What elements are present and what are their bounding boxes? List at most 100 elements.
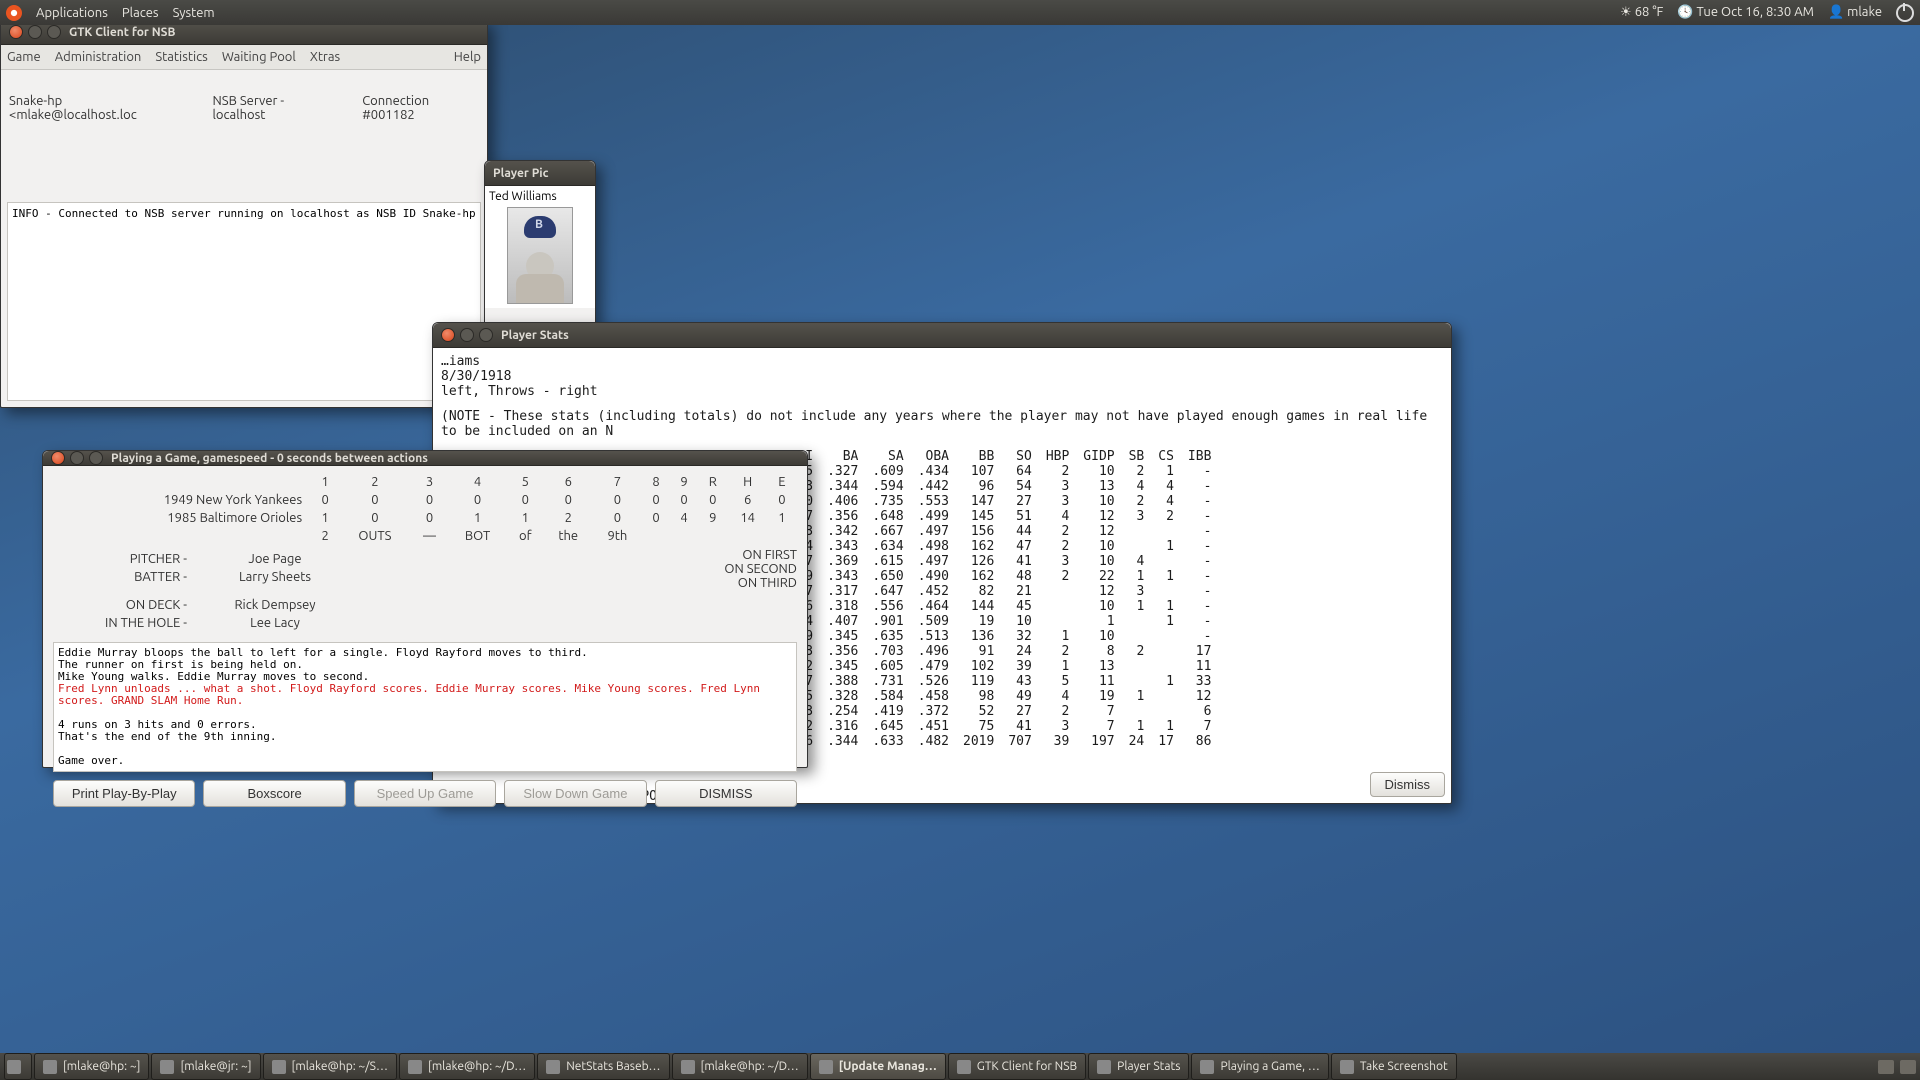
window-title: Player Pic (493, 167, 549, 180)
stats-column-header: CS (1151, 449, 1181, 464)
weather-indicator[interactable]: ☀ 68 °F (1620, 5, 1663, 20)
stats-column-header: GIDP (1076, 449, 1121, 464)
stats-column-header: IBB (1181, 449, 1218, 464)
nsb-server: NSB Server - localhost (213, 94, 335, 122)
taskbar-item[interactable]: [mlake@hp: ~/D… (672, 1053, 808, 1080)
menu-help[interactable]: Help (454, 50, 481, 64)
taskbar-item[interactable]: [mlake@hp: ~/D… (399, 1053, 535, 1080)
inning-header: 8 (643, 474, 669, 490)
minimize-icon[interactable] (70, 451, 84, 465)
panel-menu-applications[interactable]: Applications (36, 6, 108, 20)
taskbar-label: Take Screenshot (1360, 1060, 1448, 1073)
inhole-label: IN THE HOLE - (53, 616, 195, 630)
batter-name: Larry Sheets (195, 570, 355, 584)
power-icon[interactable] (1896, 4, 1914, 22)
taskbar-label: [mlake@jr: ~] (180, 1060, 251, 1073)
window-title: GTK Client for NSB (69, 26, 175, 39)
taskbar-item[interactable]: Player Stats (1088, 1053, 1189, 1080)
desktop-icon (7, 1060, 21, 1074)
taskbar-label: NetStats Baseb… (566, 1060, 660, 1073)
taskbar-item[interactable]: Take Screenshot (1331, 1053, 1457, 1080)
dismiss-game-button[interactable]: DISMISS (655, 780, 797, 807)
taskbar-item[interactable]: Playing a Game, … (1191, 1053, 1328, 1080)
inning-header: 6 (545, 474, 592, 490)
taskbar-label: [mlake@hp: ~/D… (701, 1060, 799, 1073)
user-menu[interactable]: 👤 mlake (1828, 5, 1882, 20)
dismiss-button[interactable]: Dismiss (1370, 772, 1446, 797)
close-icon[interactable] (9, 25, 23, 39)
taskbar-label: [Update Manag… (839, 1060, 937, 1073)
taskbar-item[interactable]: [mlake@hp: ~/S… (263, 1053, 397, 1080)
app-icon (681, 1060, 695, 1074)
close-icon[interactable] (51, 451, 65, 465)
taskbar-item[interactable]: [mlake@hp: ~] (34, 1053, 149, 1080)
taskbar-item[interactable]: NetStats Baseb… (537, 1053, 669, 1080)
menu-waiting-pool[interactable]: Waiting Pool (222, 50, 296, 64)
menu-statistics[interactable]: Statistics (155, 50, 207, 64)
top-panel: Applications Places System ☀ 68 °F 🕓 Tue… (0, 0, 1920, 25)
bases-status: ON FIRST ON SECOND ON THIRD (724, 548, 797, 630)
app-icon (1200, 1060, 1214, 1074)
play-by-play-log[interactable]: Eddie Murray bloops the ball to left for… (53, 642, 797, 772)
ubuntu-logo-icon[interactable] (6, 5, 22, 21)
taskbar-item[interactable]: GTK Client for NSB (948, 1053, 1086, 1080)
tray-icon[interactable] (1878, 1060, 1894, 1074)
minimize-icon[interactable] (28, 25, 42, 39)
player-pic-titlebar[interactable]: Player Pic (485, 161, 595, 186)
panel-menu-places[interactable]: Places (122, 6, 159, 20)
clock[interactable]: 🕓 Tue Oct 16, 8:30 AM (1677, 5, 1814, 20)
app-icon (546, 1060, 560, 1074)
taskbar-label: Player Stats (1117, 1060, 1180, 1073)
inning-header: 1 (312, 474, 338, 490)
app-icon (819, 1060, 833, 1074)
menu-game[interactable]: Game (7, 50, 41, 64)
player-photo (507, 207, 573, 304)
maximize-icon[interactable] (47, 25, 61, 39)
player-pic-window: Player Pic Ted Williams (484, 160, 596, 326)
nsb-client-window: GTK Client for NSB Game Administration S… (0, 19, 488, 408)
taskbar-label: [mlake@hp: ~] (63, 1060, 140, 1073)
inhole-name: Lee Lacy (195, 616, 355, 630)
scoreboard: 123456789RHE 1949 New York Yankees000000… (53, 472, 797, 546)
inning-header: E (769, 474, 795, 490)
stats-bio-bats: left, Throws - right (441, 384, 1443, 399)
taskbar-label: Playing a Game, … (1220, 1060, 1319, 1073)
stats-column-header: SB (1122, 449, 1152, 464)
trash-icon[interactable] (1900, 1060, 1916, 1074)
nsb-menubar: Game Administration Statistics Waiting P… (1, 45, 487, 70)
game-titlebar[interactable]: Playing a Game, gamespeed - 0 seconds be… (43, 451, 807, 466)
inning-header: 2 (340, 474, 410, 490)
stats-column-header: SA (865, 449, 910, 464)
show-desktop-button[interactable] (4, 1053, 32, 1080)
app-icon (1097, 1060, 1111, 1074)
stats-bio-name: …iams (441, 354, 1443, 369)
minimize-icon[interactable] (460, 328, 474, 342)
stats-column-header: BB (956, 449, 1001, 464)
close-icon[interactable] (441, 328, 455, 342)
speed-up-button: Speed Up Game (354, 780, 496, 807)
panel-menu-system[interactable]: System (173, 6, 215, 20)
inning-header: H (728, 474, 766, 490)
print-pbp-button[interactable]: Print Play-By-Play (53, 780, 195, 807)
inning-header: 5 (508, 474, 543, 490)
slow-down-button: Slow Down Game (504, 780, 646, 807)
inning-header: 3 (412, 474, 448, 490)
menu-administration[interactable]: Administration (55, 50, 142, 64)
stats-bio-dob: 8/30/1918 (441, 369, 1443, 384)
taskbar-item[interactable]: [Update Manag… (810, 1053, 946, 1080)
inning-header: 7 (594, 474, 641, 490)
boxscore-button[interactable]: Boxscore (203, 780, 345, 807)
menu-xtras[interactable]: Xtras (310, 50, 340, 64)
nsb-log[interactable]: INFO - Connected to NSB server running o… (7, 202, 481, 401)
app-icon (957, 1060, 971, 1074)
taskbar-item[interactable]: [mlake@jr: ~] (151, 1053, 260, 1080)
maximize-icon[interactable] (89, 451, 103, 465)
stats-note: (NOTE - These stats (including totals) d… (441, 409, 1443, 439)
stats-column-header: SO (1001, 449, 1038, 464)
batter-label: BATTER - (53, 570, 195, 584)
player-stats-titlebar[interactable]: Player Stats (433, 323, 1451, 348)
stats-column-header: BA (820, 449, 865, 464)
maximize-icon[interactable] (479, 328, 493, 342)
taskbar-label: [mlake@hp: ~/S… (292, 1060, 388, 1073)
bottom-panel: [mlake@hp: ~] [mlake@jr: ~] [mlake@hp: ~/S… (0, 1053, 1920, 1080)
